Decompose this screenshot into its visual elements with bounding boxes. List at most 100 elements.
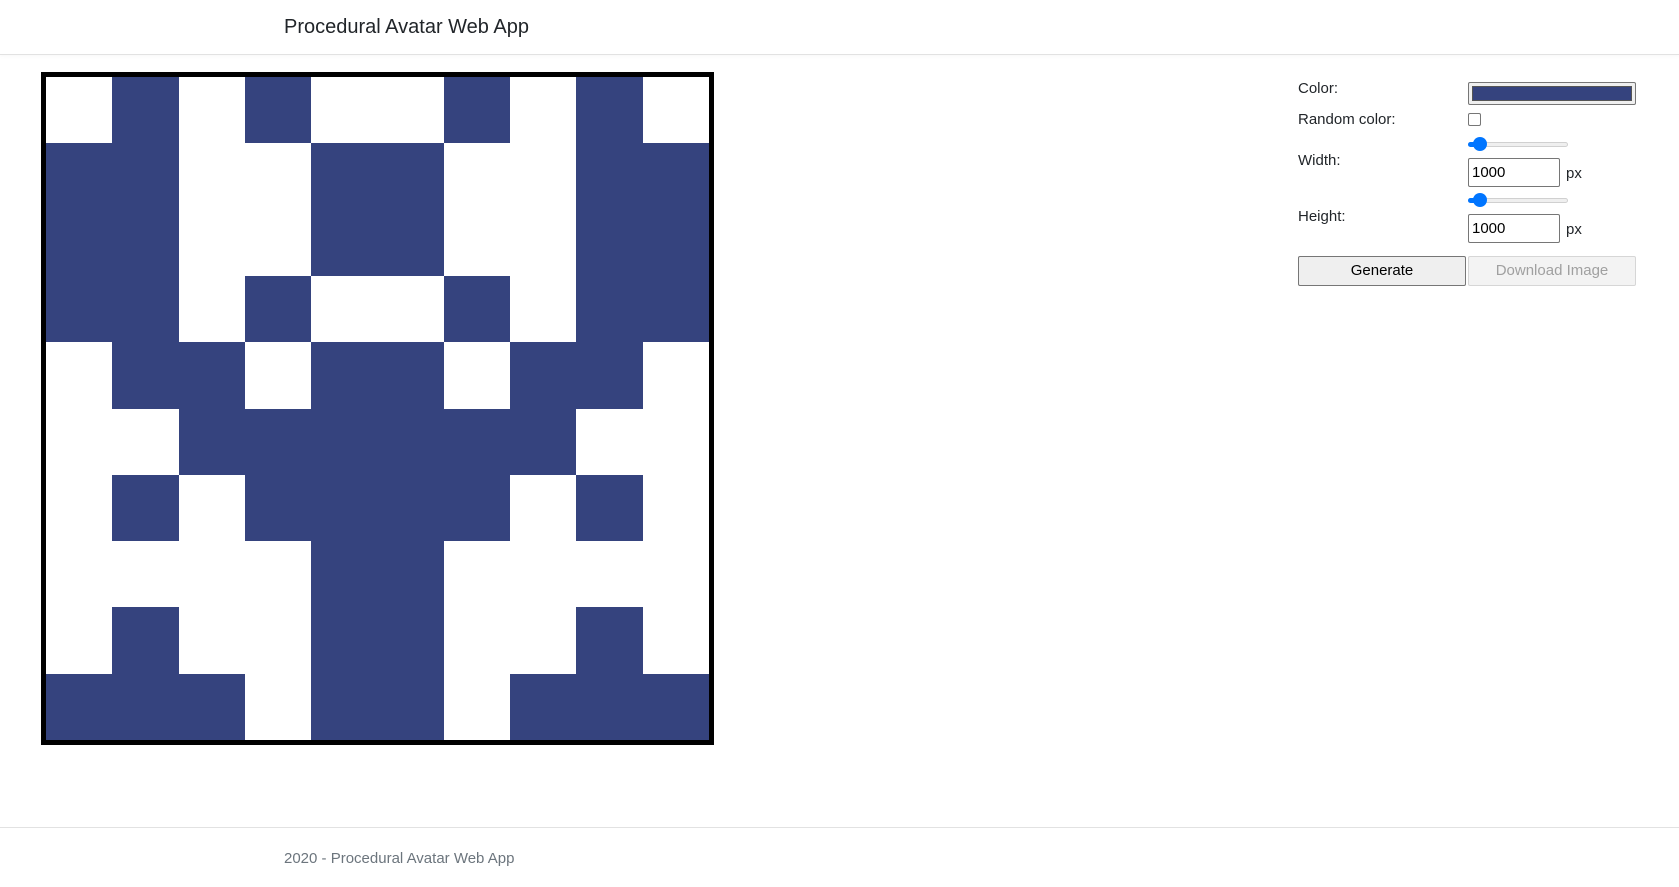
avatar-cell [510,408,577,475]
height-input[interactable] [1468,214,1560,243]
avatar-cell [244,474,312,542]
avatar-cell [576,77,643,144]
avatar-cell [443,275,511,343]
avatar-cell [178,209,245,276]
avatar-cell [443,209,511,276]
avatar-cell [576,607,643,674]
avatar-cell [443,408,511,475]
avatar-cell [46,209,113,276]
avatar-cell [178,673,245,740]
avatar-cell [510,673,577,740]
avatar-canvas [41,72,714,745]
avatar-cell [112,474,179,542]
color-picker-swatch [1472,86,1632,101]
width-slider-thumb[interactable] [1473,137,1487,151]
avatar-cell [112,408,179,475]
navbar: Procedural Avatar Web App [0,0,1679,55]
avatar-cell [244,541,312,608]
avatar-cell [244,77,312,144]
avatar-cell [112,541,179,608]
avatar-cell [244,673,312,740]
avatar-cell [178,143,245,210]
avatar-cell [311,474,378,542]
avatar-cell [510,474,577,542]
avatar-cell [642,77,709,144]
avatar-cell [443,541,511,608]
avatar-cell [642,408,709,475]
avatar-cell [443,143,511,210]
avatar-cell [377,342,444,409]
avatar-cell [377,77,444,144]
avatar-cell [377,607,444,674]
avatar-cell [178,342,245,409]
avatar-cell [642,342,709,409]
avatar-cell [112,607,179,674]
avatar-cell [311,275,378,343]
generate-button[interactable]: Generate [1298,256,1466,286]
random-color-label: Random color: [1298,111,1396,128]
avatar-cell [311,673,378,740]
height-unit: px [1566,221,1582,238]
avatar-cell [178,408,245,475]
avatar-cell [377,541,444,608]
avatar-cell [377,143,444,210]
avatar-cell [377,474,444,542]
avatar-cell [178,607,245,674]
avatar-cell [244,275,312,343]
avatar-cell [112,209,179,276]
download-image-button[interactable]: Download Image [1468,256,1636,286]
avatar-cell [642,209,709,276]
navbar-brand[interactable]: Procedural Avatar Web App [284,16,529,39]
avatar-cell [46,607,113,674]
height-label: Height: [1298,208,1346,225]
avatar-cell [443,607,511,674]
avatar-cell [510,209,577,276]
avatar-cell [576,209,643,276]
avatar-cell [642,673,709,740]
avatar-cell [576,342,643,409]
avatar-cell [576,275,643,343]
random-color-checkbox[interactable] [1468,113,1481,126]
avatar-cell [46,77,113,144]
avatar-cell [311,607,378,674]
avatar-cell [244,408,312,475]
avatar-cell [244,607,312,674]
avatar-cell [642,474,709,542]
width-unit: px [1566,165,1582,182]
avatar-cell [46,408,113,475]
avatar-cell [510,607,577,674]
height-slider[interactable] [1468,192,1568,208]
avatar-cell [377,209,444,276]
height-slider-thumb[interactable] [1473,193,1487,207]
color-picker[interactable] [1468,82,1636,105]
avatar-cell [576,541,643,608]
avatar-cell [112,77,179,144]
avatar-cell [443,77,511,144]
avatar-cell [576,474,643,542]
width-slider[interactable] [1468,136,1568,152]
avatar-cell [642,607,709,674]
avatar-cell [576,673,643,740]
avatar-cell [311,143,378,210]
avatar-cell [443,673,511,740]
avatar-cell [46,673,113,740]
color-label: Color: [1298,80,1339,97]
avatar-cell [311,541,378,608]
avatar-cell [311,408,378,475]
avatar-cell [510,77,577,144]
footer-text: 2020 - Procedural Avatar Web App [284,850,515,867]
avatar-cell [642,275,709,343]
width-label: Width: [1298,152,1341,169]
avatar-cell [311,77,378,144]
avatar-cell [112,342,179,409]
avatar-cell [576,408,643,475]
avatar-cell [642,541,709,608]
avatar-cell [46,541,113,608]
avatar-cell [510,342,577,409]
footer: 2020 - Procedural Avatar Web App [0,827,1679,887]
width-input[interactable] [1468,158,1560,187]
avatar-cell [178,474,245,542]
avatar-cell [443,342,511,409]
avatar-cell [46,342,113,409]
avatar-cell [377,673,444,740]
